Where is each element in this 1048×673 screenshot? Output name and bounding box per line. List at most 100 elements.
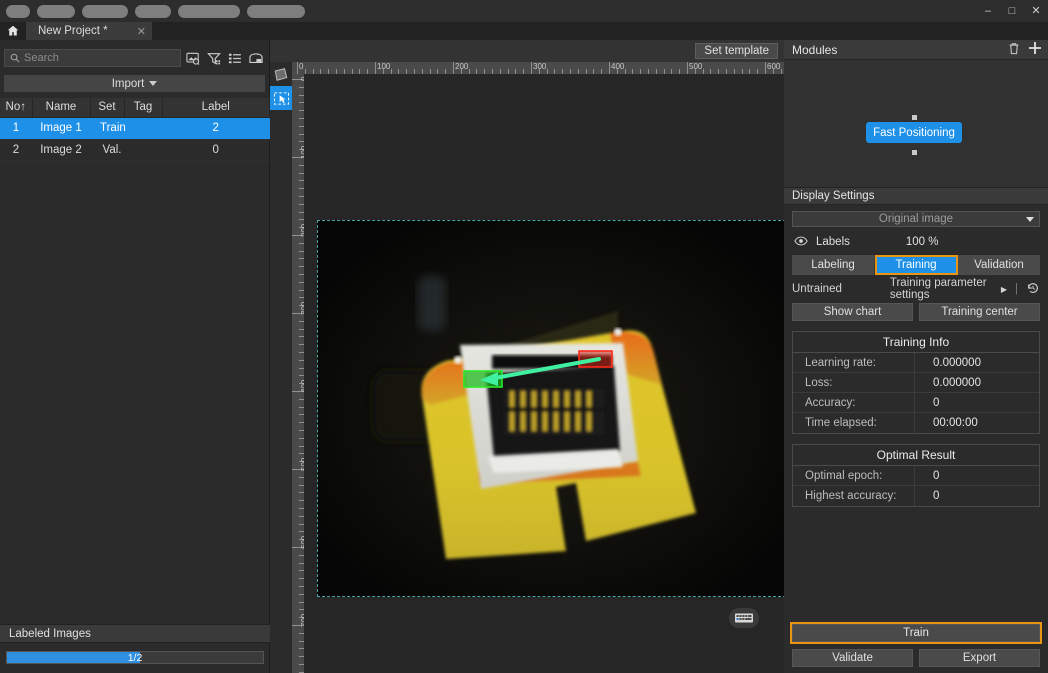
trash-icon[interactable] — [1008, 42, 1020, 58]
select-arrow-tool[interactable] — [270, 86, 292, 110]
eye-icon[interactable] — [794, 236, 808, 249]
info-row: Learning rate: 0.000000 — [793, 353, 1039, 373]
info-row: Time elapsed: 00:00:00 — [793, 413, 1039, 433]
show-chart-button[interactable]: Show chart — [792, 303, 913, 321]
labels-opacity-value: 100 % — [905, 236, 939, 248]
column-header-3[interactable]: Tag — [124, 98, 163, 118]
menu-item-3[interactable] — [135, 4, 171, 18]
info-value: 0.000000 — [933, 376, 981, 389]
info-row: Accuracy: 0 — [793, 393, 1039, 413]
menu-item-4[interactable] — [178, 4, 240, 18]
set-template-button[interactable]: Set template — [695, 43, 778, 59]
cell-tag — [124, 117, 162, 140]
search-input[interactable]: Search — [4, 49, 181, 67]
table-body: 1 Image 1 Train 2 2 Image 2 Val. 0 — [0, 117, 270, 162]
module-handle-top[interactable] — [912, 115, 917, 120]
info-key: Learning rate: — [793, 353, 915, 372]
annotated-image[interactable] — [317, 220, 784, 597]
ruler-label: 0 — [299, 62, 304, 71]
menu-item-5[interactable] — [247, 4, 305, 18]
display-settings-title: Display Settings — [784, 187, 1048, 205]
info-value: 0.000000 — [933, 356, 981, 369]
training-info-box: Training Info Learning rate: 0.000000 Loss… — [792, 331, 1040, 434]
column-header-2[interactable]: Set — [90, 98, 125, 118]
info-row: Highest accuracy: 0 — [793, 486, 1039, 506]
search-icon — [10, 53, 20, 63]
canvas-tool-strip — [270, 62, 292, 673]
table-row[interactable]: 1 Image 1 Train 2 — [0, 117, 270, 140]
info-value: 0 — [933, 469, 940, 482]
column-header-4[interactable]: Label — [162, 98, 270, 118]
module-fast-positioning[interactable]: Fast Positioning — [866, 122, 962, 143]
filter-icon[interactable] — [204, 49, 223, 68]
module-handle-bottom[interactable] — [912, 150, 917, 155]
minimize-button[interactable]: – — [976, 0, 1000, 22]
cell-name: Image 2 — [32, 139, 90, 162]
plus-icon[interactable] — [1028, 41, 1042, 58]
training-parameter-settings[interactable]: Training parameter settings ▶ | — [890, 277, 1040, 301]
menu-item-1[interactable] — [37, 4, 75, 18]
cell-set: Val. — [90, 139, 124, 162]
menu-item-2[interactable] — [82, 4, 128, 18]
cell-name: Image 1 — [32, 117, 90, 140]
table-row[interactable]: 2 Image 2 Val. 0 — [0, 139, 270, 162]
home-icon[interactable] — [0, 22, 26, 40]
image-search-icon[interactable] — [183, 49, 202, 68]
modules-title: Modules — [792, 42, 838, 57]
info-key: Loss: — [793, 373, 915, 392]
ruler-tick — [687, 62, 688, 74]
info-row: Optimal epoch: 0 — [793, 466, 1039, 486]
menu-item-0[interactable] — [6, 4, 30, 18]
training-status-row: Untrained Training parameter settings ▶ … — [784, 277, 1048, 301]
cell-tag — [124, 139, 162, 162]
tab-validation[interactable]: Validation — [958, 255, 1040, 275]
canvas-toolbar: Set template — [270, 40, 784, 62]
folder-image-icon[interactable] — [246, 49, 265, 68]
cell-no: 1 — [0, 117, 32, 140]
cell-label: 0 — [162, 139, 270, 162]
modules-canvas[interactable]: Fast Positioning — [784, 60, 1048, 187]
ruler-tick — [297, 62, 298, 74]
horizontal-ruler[interactable]: 0 100 200 300 400 500 600 — [292, 62, 784, 74]
tab-new-project[interactable]: New Project * ✕ — [26, 22, 152, 40]
search-placeholder: Search — [24, 52, 59, 64]
maximize-button[interactable]: □ — [1000, 0, 1024, 22]
close-button[interactable]: ✕ — [1024, 0, 1048, 22]
labeled-progress-bar: 1/2 — [6, 651, 264, 664]
list-icon[interactable] — [225, 49, 244, 68]
menu-bar-blurred[interactable] — [0, 4, 305, 18]
close-icon[interactable]: ✕ — [137, 25, 146, 38]
modules-header: Modules — [784, 40, 1048, 60]
info-value: 00:00:00 — [933, 417, 978, 429]
image-table: No↑ Name Set Tag Label 1 Image 1 Train 2 2 Image … — [0, 98, 270, 162]
vertical-ruler[interactable]: 0100200300400500600700 — [292, 74, 304, 673]
tab-labeling[interactable]: Labeling — [792, 255, 875, 275]
train-button[interactable]: Train — [790, 622, 1042, 644]
history-restore-icon[interactable] — [1026, 281, 1040, 298]
mid-button-row: Show chart Training center — [784, 299, 1048, 321]
shape-tool[interactable] — [270, 62, 292, 86]
tab-training[interactable]: Training — [875, 255, 958, 275]
training-center-button[interactable]: Training center — [919, 303, 1040, 321]
validate-button[interactable]: Validate — [792, 649, 913, 667]
info-key: Time elapsed: — [793, 413, 915, 433]
table-header-row: No↑ Name Set Tag Label — [0, 98, 270, 118]
import-label: Import — [111, 77, 145, 90]
display-mode-select[interactable]: Original image — [792, 211, 1040, 227]
labels-label: Labels — [816, 236, 850, 248]
training-info-title: Training Info — [793, 332, 1039, 353]
image-viewport[interactable] — [304, 74, 784, 673]
display-mode-value: Original image — [878, 213, 954, 225]
progress-text: 1/2 — [127, 651, 143, 664]
info-value: 0 — [933, 396, 940, 409]
labeled-images-title: Labeled Images — [0, 624, 270, 643]
keyboard-shortcuts-icon[interactable] — [729, 608, 759, 628]
column-header-0[interactable]: No↑ — [0, 98, 33, 118]
export-button[interactable]: Export — [919, 649, 1040, 667]
right-panel: Modules Fast Positioning Display Setting… — [784, 40, 1048, 673]
canvas-area: Set template 0100200300400500600 0100200… — [270, 40, 784, 673]
column-header-1[interactable]: Name — [32, 98, 91, 118]
import-button[interactable]: Import — [4, 75, 265, 92]
labels-opacity-row: Labels 100 % — [784, 231, 1048, 253]
search-row: Search — [4, 47, 265, 69]
